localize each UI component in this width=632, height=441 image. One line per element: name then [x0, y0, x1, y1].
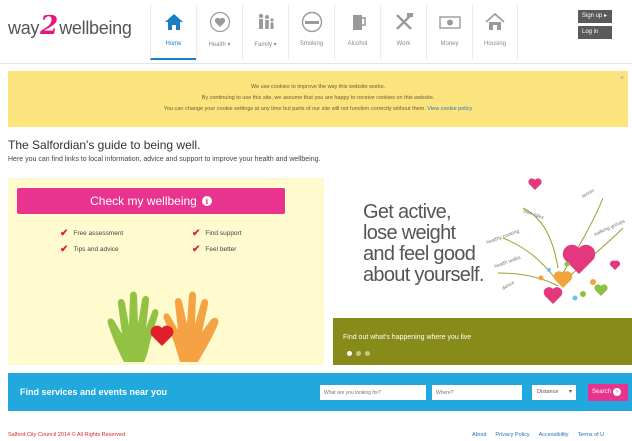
- info-icon: i: [201, 196, 212, 206]
- nav-item-label: Housing: [483, 41, 506, 47]
- main-nav: Home Health ▾ Family ▾ Smoking Alcohol W…: [150, 4, 518, 60]
- nav-item-alcohol[interactable]: Alcohol: [334, 4, 380, 60]
- chevron-down-icon: ▾: [568, 389, 572, 395]
- benefit-item: ✔ Feel better: [192, 244, 236, 255]
- no-smoking-icon: [299, 9, 325, 35]
- nav-item-label: Family ▾: [254, 42, 277, 48]
- cookie-banner: We use cookies to improve the way this w…: [8, 71, 628, 127]
- svg-text:walking groups: walking groups: [593, 218, 626, 238]
- nav-item-health[interactable]: Health ▾: [196, 4, 242, 60]
- page-title: The Salfordian's guide to being well.: [8, 138, 201, 152]
- benefit-item: ✔ Find support: [192, 228, 242, 239]
- logo-digit: 2: [40, 11, 59, 41]
- what-search-input[interactable]: [320, 385, 426, 400]
- benefit-label: Feel better: [205, 246, 237, 253]
- site-logo[interactable]: way 2 wellbeing: [8, 11, 132, 42]
- hearts-illustration: bike rides tennis walking groups healthy…: [486, 178, 627, 304]
- hands-heart-illustration: [107, 291, 219, 362]
- footer-links: About Privacy Policy Accessibility Terms…: [472, 432, 604, 438]
- nav-item-label: Smoking: [299, 41, 324, 47]
- benefit-label: Free assessment: [73, 230, 124, 237]
- search-button[interactable]: Search ›: [588, 384, 628, 401]
- cookie-line-2: By continuing to use this site, we assum…: [201, 95, 435, 101]
- carousel-dot[interactable]: [365, 351, 370, 356]
- services-title: Find services and events near you: [20, 387, 168, 397]
- hero-headline: Get active, lose weight and feel good ab…: [363, 202, 484, 286]
- hero-carousel[interactable]: Get active, lose weight and feel good ab…: [333, 178, 632, 365]
- go-arrow-icon: ›: [613, 388, 622, 396]
- hero-line: Get active,: [363, 201, 452, 223]
- beer-glass-icon: [345, 9, 371, 35]
- nav-item-home[interactable]: Home: [150, 4, 196, 60]
- footer-link-terms[interactable]: Terms of U: [578, 432, 605, 438]
- home-icon: [161, 9, 187, 35]
- check-mark-icon: ✔: [192, 244, 201, 255]
- svg-text:health walks: health walks: [494, 255, 522, 270]
- nav-item-family[interactable]: Family ▾: [242, 4, 288, 60]
- distance-select-value: Distance: [537, 389, 559, 395]
- footer-link-privacy[interactable]: Privacy Policy: [495, 432, 529, 438]
- check-wellbeing-panel: Check my wellbeing i ✔ Free assessment ✔…: [8, 178, 324, 365]
- services-search-bar: Find services and events near you Distan…: [8, 373, 632, 411]
- carousel-dots: [347, 351, 370, 356]
- account-links: Sign up ▸ Log in: [578, 10, 612, 39]
- logo-text-after: wellbeing: [59, 18, 132, 38]
- nav-item-work[interactable]: Work: [380, 4, 426, 60]
- cookie-line-3: You can change your cookie settings at a…: [8, 104, 628, 115]
- logo-text-before: way: [8, 18, 40, 38]
- benefit-item: ✔ Tips and advice: [60, 244, 119, 255]
- hero-caption-bar[interactable]: Find out what's happening where you live: [333, 318, 632, 365]
- intro-text: Here you can find links to local informa…: [8, 156, 321, 163]
- copyright-text: Salford City Council 2014 © All Rights R…: [8, 432, 126, 438]
- close-icon[interactable]: ×: [620, 75, 624, 82]
- svg-text:dance: dance: [501, 280, 516, 292]
- check-mark-icon: ✔: [60, 228, 69, 239]
- hero-line: lose weight: [363, 222, 456, 244]
- svg-text:tennis: tennis: [581, 188, 596, 200]
- check-wellbeing-button[interactable]: Check my wellbeing i: [17, 188, 285, 214]
- family-icon: [253, 9, 279, 35]
- distance-select[interactable]: Distance ▾: [532, 385, 576, 400]
- footer-link-about[interactable]: About: [472, 432, 486, 438]
- log-in-button[interactable]: Log in: [578, 26, 612, 39]
- sign-up-button[interactable]: Sign up ▸: [578, 10, 612, 23]
- check-mark-icon: ✔: [192, 228, 201, 239]
- tools-icon: [391, 9, 417, 35]
- nav-item-smoking[interactable]: Smoking: [288, 4, 334, 60]
- nav-item-label: Home: [165, 41, 182, 47]
- cookie-line-3-text: You can change your cookie settings at a…: [163, 106, 426, 112]
- nav-item-housing[interactable]: Housing: [472, 4, 518, 60]
- check-mark-icon: ✔: [60, 244, 69, 255]
- cookie-line-1: We use cookies to improve the way this w…: [250, 84, 386, 90]
- benefit-label: Find support: [205, 230, 242, 237]
- nav-item-label: Alcohol: [347, 41, 368, 47]
- where-search-input[interactable]: [432, 385, 522, 400]
- nav-item-label: Money: [440, 41, 459, 47]
- site-header: way 2 wellbeing Home Health ▾ Family ▾ S…: [0, 0, 632, 64]
- nav-item-label: Work: [396, 41, 411, 47]
- nav-item-money[interactable]: Money: [426, 4, 472, 60]
- hero-caption: Find out what's happening where you live: [343, 334, 472, 341]
- carousel-dot[interactable]: [356, 351, 361, 356]
- benefit-item: ✔ Free assessment: [60, 228, 123, 239]
- footer-link-accessibility[interactable]: Accessibility: [539, 432, 569, 438]
- carousel-dot[interactable]: [347, 351, 352, 356]
- nav-item-label: Health ▾: [208, 42, 231, 48]
- banknote-icon: [437, 9, 463, 35]
- hero-line: and feel good: [363, 243, 476, 265]
- house-icon: [482, 9, 508, 35]
- search-button-label: Search: [592, 389, 612, 395]
- health-heart-icon: [207, 9, 233, 35]
- svg-text:bike rides: bike rides: [522, 208, 545, 221]
- hero-line: about yourself.: [363, 264, 484, 286]
- cookie-policy-link[interactable]: View cookie policy: [427, 106, 472, 112]
- check-wellbeing-label: Check my wellbeing: [90, 194, 197, 208]
- benefit-label: Tips and advice: [73, 246, 119, 253]
